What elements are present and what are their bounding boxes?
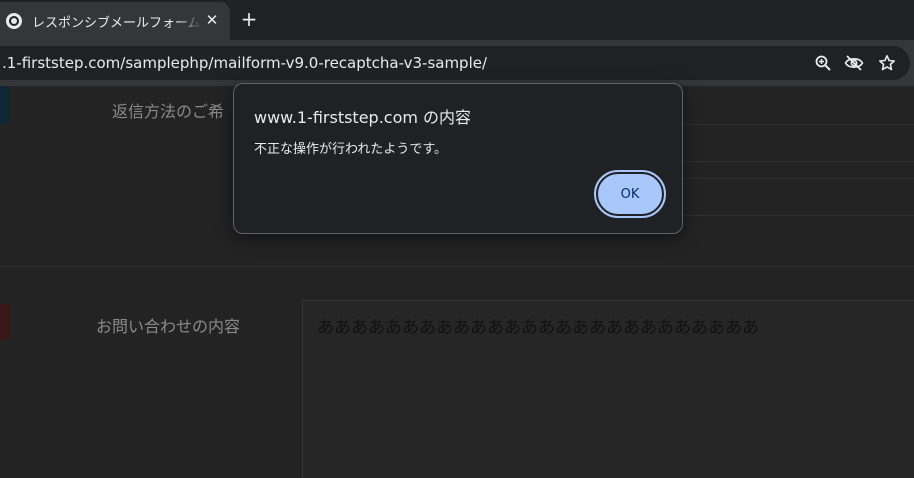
dialog-message: 不正な操作が行われたようです。 bbox=[254, 142, 448, 157]
reply-option-row[interactable] bbox=[670, 124, 914, 162]
inquiry-content-marker bbox=[0, 304, 10, 340]
inquiry-textarea[interactable]: ああああああああああああああああああああああああああ bbox=[302, 300, 914, 478]
inquiry-content-label: お問い合わせの内容 bbox=[96, 317, 241, 336]
star-icon[interactable] bbox=[874, 50, 900, 76]
reply-method-label: 返信方法のご希 bbox=[112, 102, 225, 121]
close-icon[interactable]: ✕ bbox=[204, 12, 220, 28]
eye-off-icon[interactable] bbox=[841, 50, 867, 76]
divider bbox=[0, 266, 914, 267]
ok-button[interactable]: OK bbox=[594, 170, 666, 218]
url-text[interactable]: .1-firststep.com/samplephp/mailform-v9.0… bbox=[0, 48, 487, 78]
favicon-icon bbox=[6, 13, 22, 29]
browser-tab[interactable]: レスポンシブメールフォームの ✕ bbox=[0, 2, 230, 40]
zoom-icon[interactable] bbox=[810, 50, 836, 76]
new-tab-button[interactable]: + bbox=[238, 8, 260, 30]
alert-dialog: www.1-firststep.com の内容 不正な操作が行われたようです。 … bbox=[233, 83, 683, 234]
reply-method-marker bbox=[0, 86, 10, 124]
reply-option-row[interactable] bbox=[670, 178, 914, 216]
tab-title: レスポンシブメールフォームの bbox=[32, 15, 202, 31]
tab-strip: レスポンシブメールフォームの ✕ + bbox=[0, 0, 914, 40]
dialog-title: www.1-firststep.com の内容 bbox=[254, 108, 472, 127]
